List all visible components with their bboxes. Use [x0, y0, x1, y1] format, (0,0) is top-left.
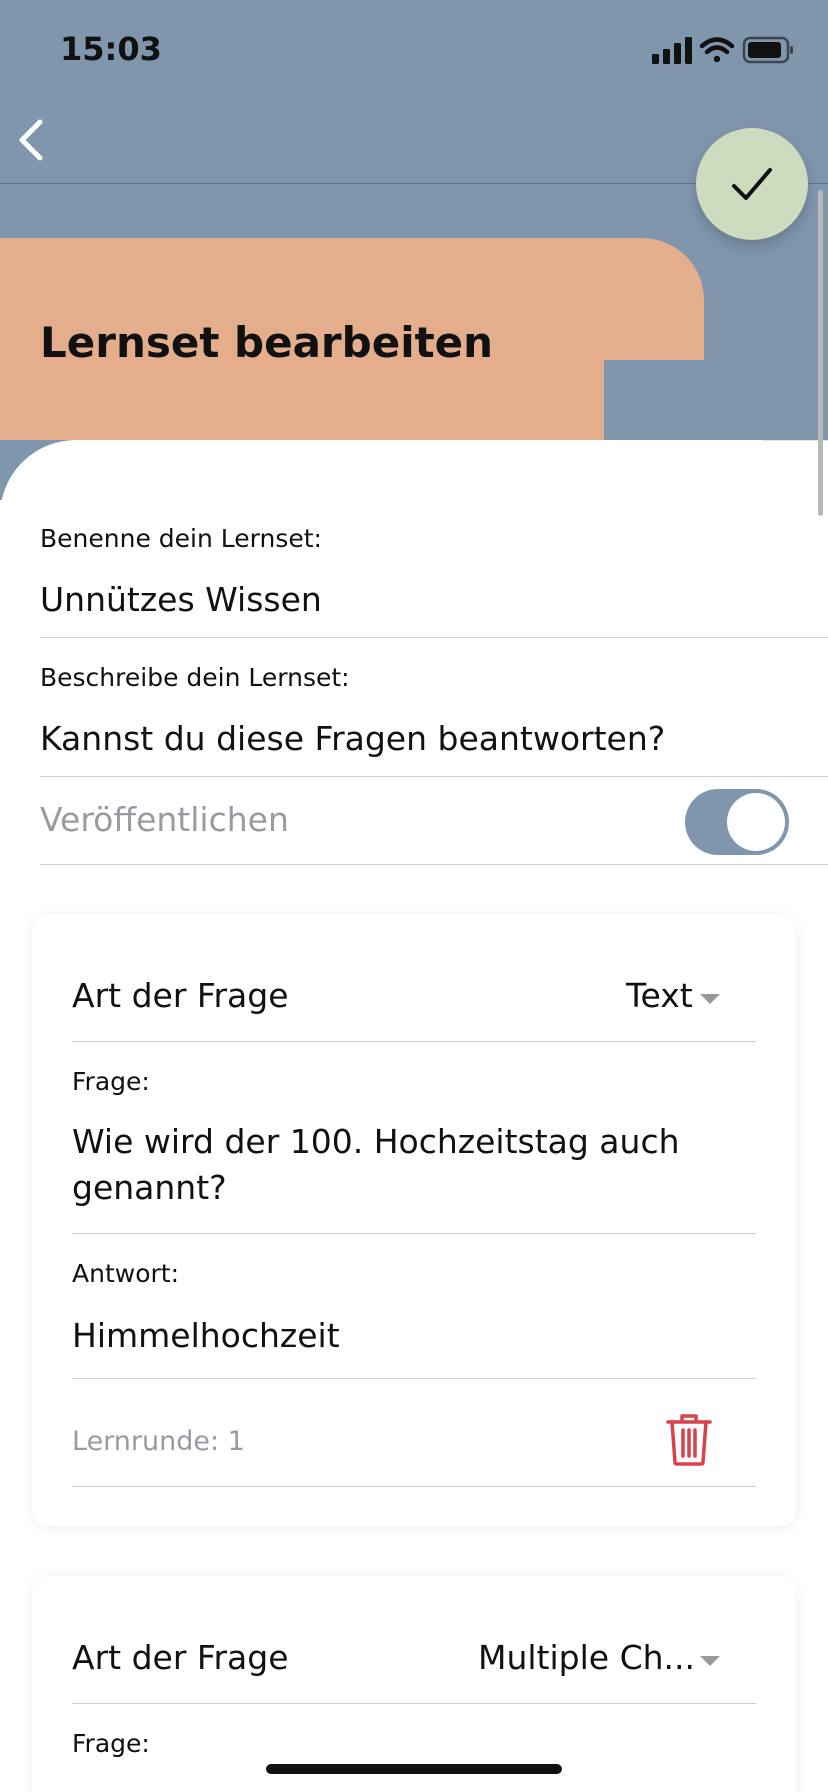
wifi-icon	[699, 37, 735, 63]
answer-label: Antwort:	[72, 1259, 179, 1288]
description-label: Beschreibe dein Lernset:	[40, 663, 350, 692]
back-chevron-icon	[19, 119, 43, 161]
toggle-knob	[727, 793, 785, 851]
question-type-select[interactable]: Text	[600, 966, 730, 1030]
battery-icon	[742, 36, 793, 64]
dropdown-caret-icon	[700, 994, 720, 1004]
question-text-line: Wie wird der 100. Hochzeitstag auch	[72, 1122, 680, 1161]
delete-question-button[interactable]	[664, 1414, 714, 1466]
question-type-select[interactable]: Multiple Ch...	[476, 1628, 730, 1692]
question-text-line: genannt?	[72, 1168, 227, 1207]
answer-field[interactable]: Himmelhochzeit	[72, 1316, 340, 1355]
question-type-label: Art der Frage	[72, 1638, 289, 1677]
status-bar: 15:03	[0, 0, 828, 100]
name-label: Benenne dein Lernset:	[40, 524, 322, 553]
publish-toggle[interactable]	[685, 789, 789, 855]
divider	[72, 1486, 756, 1487]
description-field[interactable]: Kannst du diese Fragen beantworten?	[40, 719, 665, 758]
divider	[40, 776, 828, 777]
question-field[interactable]: Wie wird der 100. Hochzeitstag auch gena…	[72, 1122, 756, 1216]
trash-icon	[666, 1414, 712, 1466]
divider	[40, 637, 828, 638]
page-title: Lernset bearbeiten	[40, 318, 494, 367]
status-icons	[634, 34, 794, 66]
question-label: Frage:	[72, 1729, 150, 1758]
question-type-value: Text	[626, 976, 693, 1015]
back-button[interactable]	[12, 112, 56, 168]
signal-icon	[652, 37, 692, 64]
scrollbar[interactable]	[818, 190, 823, 516]
home-indicator[interactable]	[266, 1764, 562, 1774]
divider	[72, 1041, 756, 1042]
save-check-button[interactable]	[696, 128, 808, 240]
learning-round-label: Lernrunde: 1	[72, 1426, 245, 1457]
divider	[72, 1378, 756, 1379]
question-type-label: Art der Frage	[72, 976, 289, 1015]
question-type-value: Multiple Ch...	[478, 1638, 695, 1677]
status-time: 15:03	[60, 30, 162, 68]
checkmark-icon	[732, 168, 772, 200]
divider	[40, 864, 828, 865]
dropdown-caret-icon	[700, 1656, 720, 1666]
question-label: Frage:	[72, 1067, 150, 1096]
divider	[72, 1703, 756, 1704]
publish-label: Veröffentlichen	[40, 800, 289, 839]
divider	[72, 1233, 756, 1234]
name-field[interactable]: Unnützes Wissen	[40, 580, 322, 619]
